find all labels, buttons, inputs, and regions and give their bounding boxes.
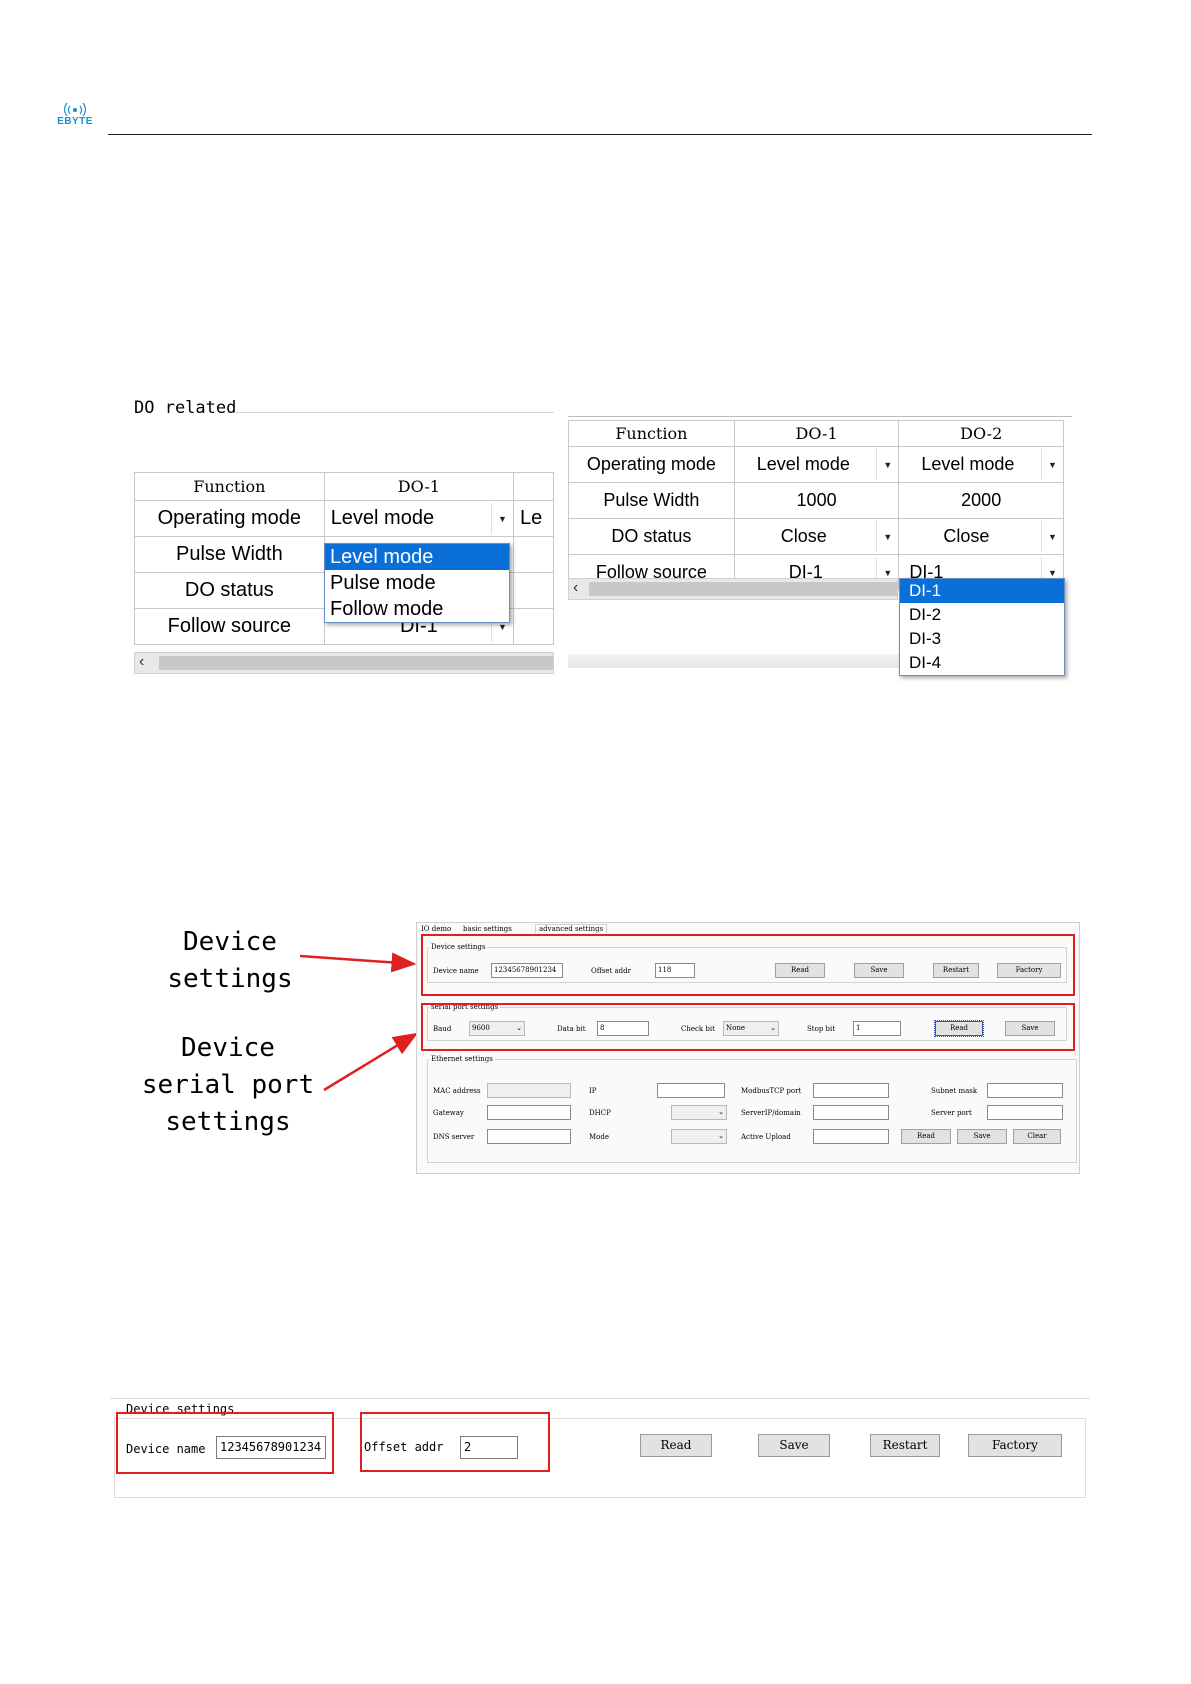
fig3-device-settings: Device settings Device name 123456789012… [110,1398,1090,1506]
mac-address-field[interactable] [487,1083,571,1098]
label: Gateway [433,1109,464,1117]
arrow-serial [323,1032,419,1092]
ethernet-clear-button[interactable]: Clear [1013,1129,1061,1144]
label: MAC address [433,1087,481,1095]
ethernet-save-button[interactable]: Save [957,1129,1007,1144]
dhcp-select[interactable]: ⌄ [671,1105,727,1120]
subnet-mask-field[interactable] [987,1083,1063,1098]
restart-button[interactable]: Restart [870,1434,940,1457]
label: IP [589,1087,597,1095]
label: ServerIP/domain [741,1109,801,1117]
server-port-field[interactable] [987,1105,1063,1120]
label: Mode [589,1133,610,1141]
highlight-device-name [116,1412,334,1474]
label: DNS server [433,1133,475,1141]
arrow-device [299,952,417,973]
dns-server-field[interactable] [487,1129,571,1144]
label: Active Upload [741,1133,791,1141]
factory-button[interactable]: Factory [968,1434,1062,1457]
modbustcp-port-field[interactable] [813,1083,889,1098]
active-upload-field[interactable] [813,1129,889,1144]
highlight-offset-addr [360,1412,550,1472]
chevron-down-icon: ⌄ [718,1132,724,1140]
highlight-device-settings [421,934,1075,996]
chevron-down-icon: ⌄ [718,1108,724,1116]
label: ModbusTCP port [741,1087,802,1095]
ethernet-read-button[interactable]: Read [901,1129,951,1144]
save-button[interactable]: Save [758,1434,830,1457]
gateway-field[interactable] [487,1105,571,1120]
ip-field[interactable] [657,1083,725,1098]
server-ip-domain-field[interactable] [813,1105,889,1120]
mode-select[interactable]: ⌄ [671,1129,727,1144]
highlight-serial-settings [421,1003,1075,1051]
label: Server port [931,1109,972,1117]
tab-advanced-settings[interactable]: advanced settings [535,924,608,933]
label: Subnet mask [931,1087,978,1095]
group-title: Ethernet settings [429,1055,495,1063]
read-button[interactable]: Read [640,1434,712,1457]
label: DHCP [589,1109,611,1117]
tab-io-demo[interactable]: IO demo [421,925,451,933]
advanced-settings-window: IO demo basic settings advanced settings… [416,922,1080,1174]
tab-basic-settings[interactable]: basic settings [463,925,512,933]
